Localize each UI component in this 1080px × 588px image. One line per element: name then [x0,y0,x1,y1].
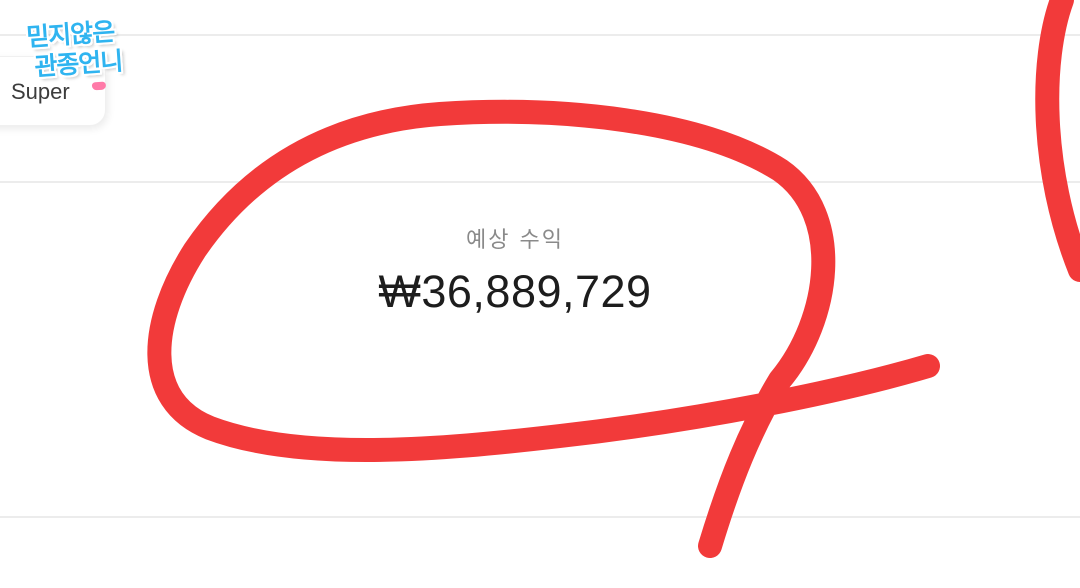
estimated-earnings-value: ₩36,889,729 [378,266,652,317]
right-edge-stroke [1035,0,1080,282]
estimated-earnings-label: 예상 수익 [466,228,564,253]
circle-stroke [147,99,940,558]
heart-icon [91,81,107,91]
section-divider [0,181,1080,183]
channel-watermark-logo: 믿지않은 관종언니 [25,13,170,103]
bottom-divider [0,516,1080,518]
